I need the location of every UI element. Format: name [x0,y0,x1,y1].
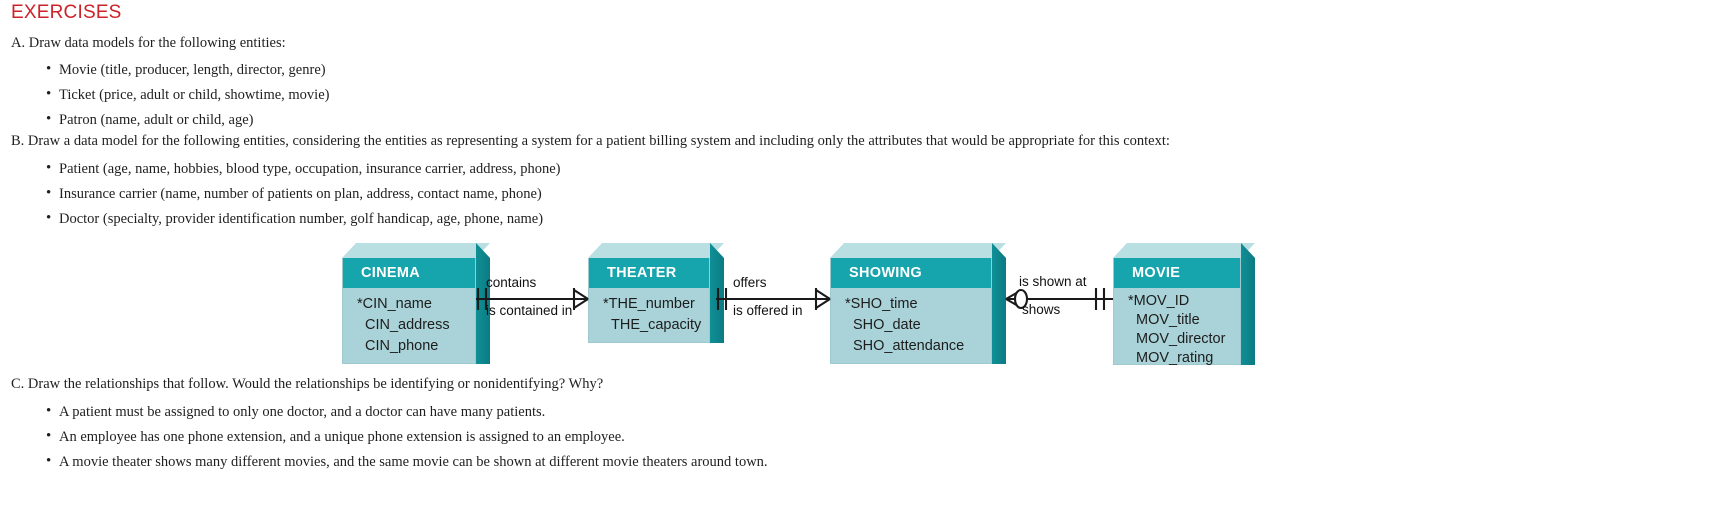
entity-name: MOVIE [1114,258,1240,288]
section-c-list: A patient must be assigned to only one d… [22,399,768,475]
box-side-face [710,243,724,343]
box-side-face [992,243,1006,364]
entity-movie: MOVIE *MOV_ID MOV_title MOV_director MOV… [1113,243,1265,373]
attribute-list: *CIN_name CIN_address CIN_phone [343,288,475,365]
attribute: *CIN_name [357,296,432,312]
attribute: CIN_phone [365,338,439,354]
box-top-face [342,243,490,258]
attribute: MOV_title [1136,312,1200,328]
box-front-face: MOVIE *MOV_ID MOV_title MOV_director MOV… [1113,258,1241,366]
entity-name: SHOWING [831,258,991,288]
box-front-face: CINEMA *CIN_name CIN_address CIN_phone [342,258,476,364]
section-a-prompt: A. Draw data models for the following en… [11,35,286,51]
list-item: Patron (name, adult or child, age) [22,107,329,133]
attribute-list: *THE_number THE_capacity [589,288,709,344]
section-c-prompt: C. Draw the relationships that follow. W… [11,376,604,392]
box-side-face [1241,243,1255,365]
section-b-prompt: B. Draw a data model for the following e… [11,133,1170,149]
list-item: Movie (title, producer, length, director… [22,57,329,83]
relationship-label-shows: shows [1022,302,1061,317]
box-top-face [588,243,724,258]
attribute: MOV_rating [1136,350,1214,366]
list-item: Patient (age, name, hobbies, blood type,… [22,156,561,182]
attribute: SHO_attendance [853,338,965,354]
box-top-face [830,243,1006,258]
list-item: A patient must be assigned to only one d… [22,399,768,425]
page-title: EXERCISES [11,2,122,23]
attribute: CIN_address [365,317,450,333]
relationship-label-is-offered-in: is offered in [733,303,803,318]
box-top-face [1113,243,1255,258]
entity-theater: THEATER *THE_number THE_capacity [588,243,734,351]
relationship-label-is-contained-in: is contained in [486,303,573,318]
box-front-face: THEATER *THE_number THE_capacity [588,258,710,343]
entity-cinema: CINEMA *CIN_name CIN_address CIN_phone [342,243,500,372]
list-item: Insurance carrier (name, number of patie… [22,181,561,207]
attribute: THE_capacity [611,317,702,333]
entity-name: CINEMA [343,258,475,288]
attribute: *MOV_ID [1128,293,1190,309]
attribute-list: *SHO_time SHO_date SHO_attendance [831,288,991,365]
attribute: SHO_date [853,317,921,333]
box-front-face: SHOWING *SHO_time SHO_date SHO_attendanc… [830,258,992,364]
section-a-list: Movie (title, producer, length, director… [22,57,329,133]
entity-name: THEATER [589,258,709,288]
attribute-list: *MOV_ID MOV_title MOV_director MOV_ratin… [1114,288,1240,376]
attribute: *SHO_time [845,296,918,312]
list-item: A movie theater shows many different mov… [22,449,768,475]
list-item: Doctor (specialty, provider identificati… [22,206,561,232]
attribute: *THE_number [603,296,695,312]
entity-showing: SHOWING *SHO_time SHO_date SHO_attendanc… [830,243,1016,372]
relationship-label-is-shown-at: is shown at [1019,274,1087,289]
attribute: MOV_director [1136,331,1226,347]
list-item: An employee has one phone extension, and… [22,424,768,450]
relationship-label-contains: contains [486,275,537,290]
section-b-list: Patient (age, name, hobbies, blood type,… [22,156,561,232]
list-item: Ticket (price, adult or child, showtime,… [22,82,329,108]
relationship-label-offers: offers [733,275,767,290]
